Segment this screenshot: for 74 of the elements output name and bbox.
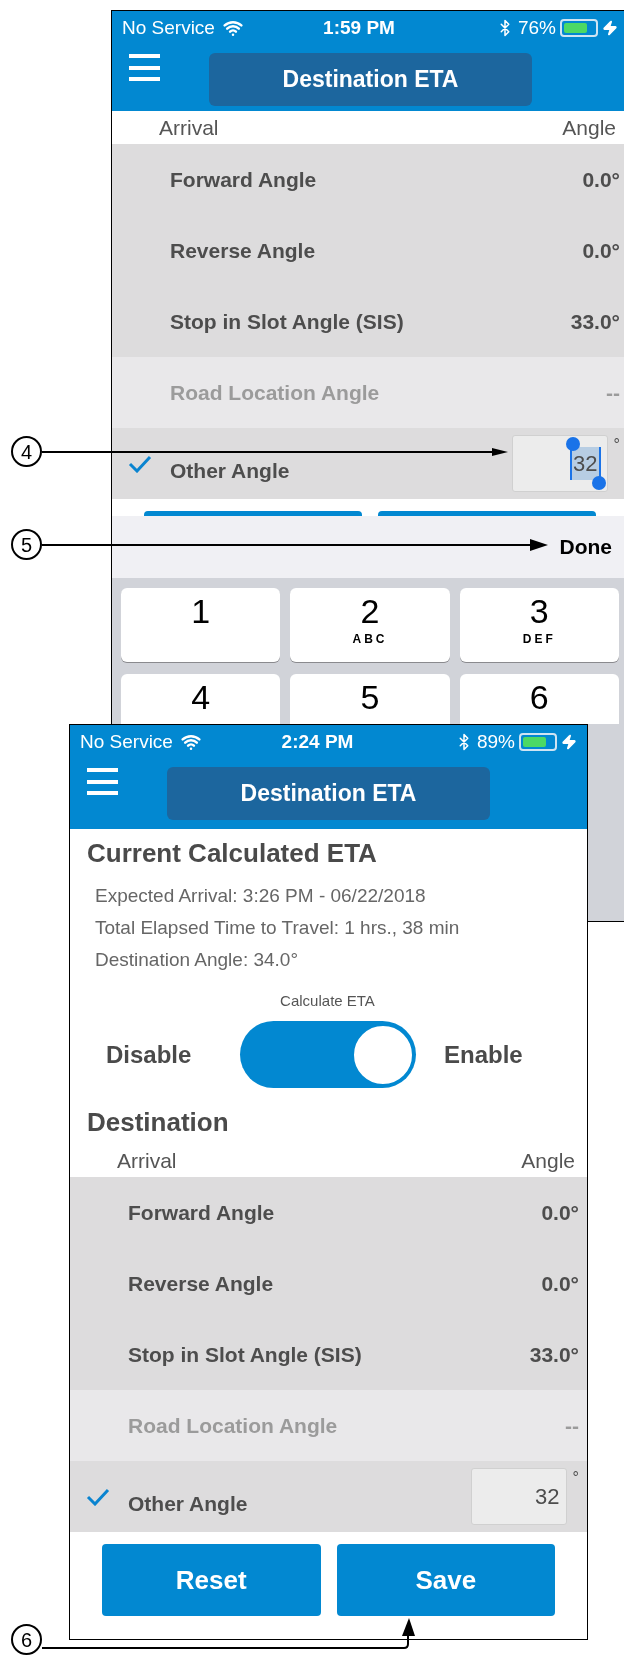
angle-value: 33.0° [529, 1341, 579, 1368]
column-header: Arrival [159, 114, 219, 141]
row-label: Road Location Angle [170, 381, 380, 404]
section-heading: Destination [86, 1106, 230, 1138]
degree-unit: ° [572, 1468, 579, 1488]
callout-number: 5 [11, 529, 42, 560]
checkmark-icon [128, 454, 152, 473]
disable-label: Disable [106, 1039, 193, 1070]
charging-icon [602, 20, 618, 36]
menu-icon[interactable] [87, 768, 118, 795]
keypad-key[interactable]: 3 DEF [459, 588, 619, 662]
battery-percent: 89% [476, 729, 515, 754]
column-header: Angle [521, 1147, 575, 1174]
selection-handle-icon[interactable] [591, 476, 606, 490]
eta-info-line: Expected Arrival: 3:26 PM - 06/22/2018 [95, 884, 427, 908]
wifi-icon [180, 732, 201, 752]
checkmark-icon [86, 1487, 110, 1506]
column-header: Angle [562, 114, 616, 141]
screen-title: Destination ETA [167, 767, 490, 820]
battery-icon [560, 19, 598, 37]
eta-info-line: Total Elapsed Time to Travel: 1 hrs., 38 min [95, 916, 461, 940]
angle-input-field[interactable]: 32 [511, 435, 608, 492]
angle-value: 0.0° [582, 166, 620, 193]
table-row[interactable]: Other Angle 32 ° [70, 1461, 587, 1532]
table-row[interactable]: Other Angle 32 ° [112, 428, 624, 499]
table-row[interactable]: Forward Angle 0.0° [70, 1177, 587, 1248]
table-row[interactable]: Reverse Angle 0.0° [70, 1248, 587, 1319]
keypad-key[interactable]: 6 [459, 674, 619, 724]
table-row[interactable]: Reverse Angle 0.0° [112, 215, 624, 286]
battery-icon [519, 733, 557, 751]
keypad-key[interactable]: 4 [121, 674, 281, 724]
column-header: Arrival [117, 1147, 177, 1174]
angle-value: 0.0° [582, 237, 620, 264]
row-label: Stop in Slot Angle (SIS) [170, 310, 404, 333]
done-button[interactable]: Done [559, 531, 612, 563]
row-label: Reverse Angle [128, 1272, 274, 1295]
wifi-icon [222, 18, 243, 38]
angle-value: 33.0° [570, 308, 620, 335]
angle-value: -- [606, 379, 620, 406]
table-row[interactable]: Stop in Slot Angle (SIS) 33.0° [112, 286, 624, 357]
row-label: Forward Angle [170, 168, 317, 191]
row-label: Other Angle [170, 459, 290, 482]
row-label: Reverse Angle [170, 239, 316, 262]
callout-number: 4 [11, 436, 42, 467]
menu-icon[interactable] [129, 54, 160, 81]
toggle-title: Calculate ETA [279, 991, 376, 1011]
table-row[interactable]: Stop in Slot Angle (SIS) 33.0° [70, 1319, 587, 1390]
section-heading: Current Calculated ETA [86, 837, 378, 870]
eta-info-line: Destination Angle: 34.0° [95, 948, 300, 972]
row-label: Stop in Slot Angle (SIS) [128, 1343, 362, 1366]
angle-input-field[interactable]: 32 [470, 1468, 567, 1525]
keypad-key[interactable]: 5 [290, 674, 450, 724]
action-button[interactable]: Reset [102, 1544, 321, 1616]
angle-value: 0.0° [541, 1270, 579, 1297]
status-time: 1:59 PM [322, 15, 396, 40]
enable-label: Enable [444, 1039, 523, 1070]
row-label: Other Angle [128, 1492, 248, 1515]
charging-icon [561, 734, 577, 750]
angle-value: 0.0° [541, 1199, 579, 1226]
callout-number: 6 [11, 1624, 42, 1655]
status-time: 2:24 PM [280, 729, 355, 754]
carrier-text: No Service [80, 729, 173, 754]
carrier-text: No Service [122, 15, 215, 40]
selection-handle-icon[interactable] [565, 437, 580, 451]
row-label: Forward Angle [128, 1201, 275, 1224]
keypad-key[interactable]: 2 ABC [290, 588, 450, 662]
keypad-key[interactable]: 1 [121, 588, 281, 662]
row-label: Road Location Angle [128, 1414, 338, 1437]
angle-value: -- [565, 1412, 579, 1439]
screen-title: Destination ETA [209, 53, 532, 106]
action-button[interactable]: Save [336, 1544, 555, 1616]
table-row[interactable]: Forward Angle 0.0° [112, 144, 624, 215]
degree-unit: ° [613, 435, 620, 455]
battery-percent: 76% [517, 15, 556, 40]
